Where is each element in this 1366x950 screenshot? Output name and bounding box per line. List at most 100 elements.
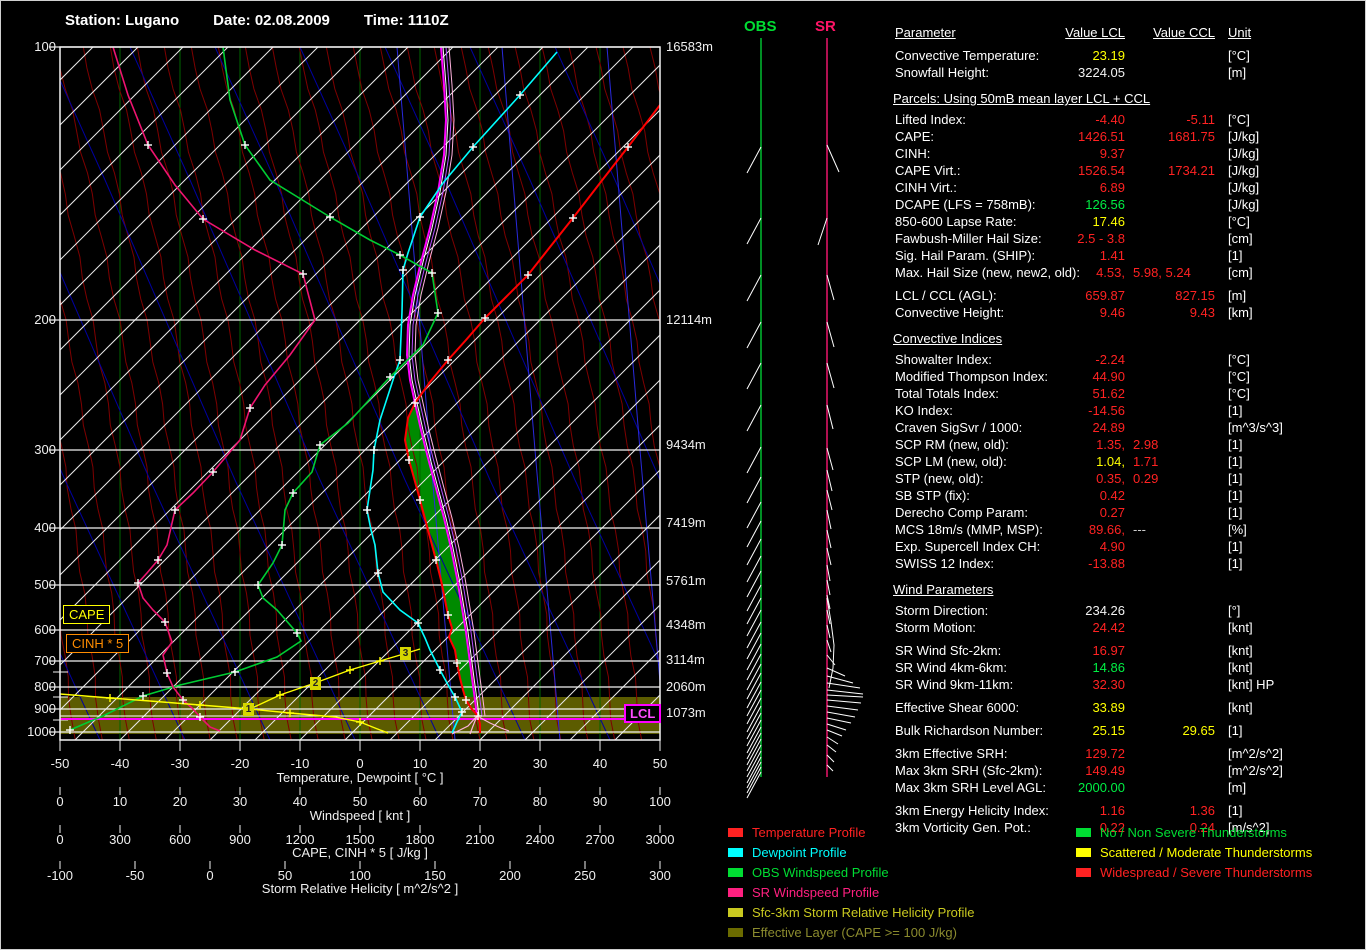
value-ccl: 1734.21 (1168, 163, 1215, 178)
obs-wind-barb (746, 476, 762, 504)
unit-label: [knt] (1228, 660, 1253, 675)
value-lcl: -2.24 (1095, 352, 1125, 367)
value-ccl: 9.43 (1189, 305, 1215, 320)
value-lcl: -13.88 (1088, 556, 1125, 571)
parameter-row: Craven SigSvr / 1000: 24.89 [m^3/s^3] (893, 419, 1363, 436)
parameter-row: STP (new, old): 0.35, 0.29 [1] (893, 470, 1363, 487)
value-lcl: 1426.51 (1078, 129, 1125, 144)
profile-legend-item: OBS Windspeed Profile (728, 862, 975, 882)
legend-label: No / Non Severe Thunderstorms (1100, 824, 1287, 840)
pressure-label: 500 (34, 577, 56, 592)
value-lcl: 1.35, (1096, 437, 1125, 452)
obs-column-label: OBS (744, 18, 777, 35)
wind-tick-label: 50 (352, 794, 368, 809)
profile-legend-item: Sfc-3km Storm Relative Helicity Profile (728, 902, 975, 922)
unit-label: [1] (1228, 488, 1243, 503)
wind-tick-label: 100 (649, 794, 671, 809)
temp-tick-label: -20 (230, 756, 250, 771)
sr-wind-barb (826, 717, 852, 724)
parameter-row: SB STP (fix): 0.42 [1] (893, 487, 1363, 504)
altitude-label: 5761m (666, 573, 706, 588)
parameter-row: Convective Height: 9.46 9.43 [km] (893, 304, 1363, 321)
col-value-lcl: Value LCL (1065, 25, 1125, 40)
temp-tick-label: 10 (412, 756, 428, 771)
pressure-label: 900 (34, 701, 56, 716)
parameter-row: CAPE Virt.: 1526.54 1734.21 [J/kg] (893, 162, 1363, 179)
sr-wind-barb (826, 729, 843, 737)
value-lcl: 9.37 (1099, 146, 1125, 161)
altitude-label: 1073m (666, 705, 706, 720)
parameter-row: SR Wind Sfc-2km: 16.97 [knt] (893, 642, 1363, 659)
unit-label: [1] (1228, 248, 1243, 263)
isotherm-line (524, 604, 660, 740)
unit-label: [m^2/s^2] (1228, 746, 1283, 761)
parameter-row: KO Index: -14.56 [1] (893, 402, 1363, 419)
value-lcl: -14.56 (1088, 403, 1125, 418)
wind-tick-label: 90 (592, 794, 608, 809)
value-lcl: 2000.00 (1078, 780, 1125, 795)
unit-label: [m^3/s^3] (1228, 420, 1283, 435)
value-ccl: 29.65 (1182, 723, 1215, 738)
altitude-label: 16583m (666, 39, 713, 54)
col-unit: Unit (1228, 25, 1252, 40)
sr-wind-barb (826, 144, 840, 173)
parameter-row: SWISS 12 Index: -13.88 [1] (893, 555, 1363, 572)
parameter-row: Max 3km SRH Level AGL: 2000.00 [m] (893, 779, 1363, 796)
sr-wind-barb (826, 699, 862, 704)
legend-swatch (728, 867, 743, 877)
value-ccl: 1.36 (1189, 803, 1215, 818)
parameter-row: LCL / CCL (AGL): 659.87 827.15 [m] (893, 287, 1363, 304)
moist-adiabat-line (622, 47, 660, 198)
srh-km-marker-1: 1 (243, 703, 254, 716)
unit-label: [°C] (1228, 112, 1250, 127)
altitude-label: 9434m (666, 437, 706, 452)
unit-label: [J/kg] (1228, 146, 1260, 161)
parameter-row: Max. Hail Size (new, new2, old): 4.53, 5.9… (893, 264, 1363, 281)
isotherm-line (569, 649, 660, 740)
obs-wind-barb (746, 632, 762, 660)
mixing-ratio-line (214, 47, 526, 740)
temp-axis-title: Temperature, Dewpoint [ °C ] (276, 770, 444, 785)
parameter-row: Storm Direction: 234.26 [°] (893, 602, 1363, 619)
value-lcl: 1526.54 (1078, 163, 1125, 178)
value-lcl: 33.89 (1092, 700, 1125, 715)
obs-wind-barb (746, 555, 762, 583)
legend-swatch (728, 827, 743, 837)
moist-adiabat-line (298, 47, 427, 740)
value-extra: 2.98 (1133, 437, 1159, 452)
parameter-row: Bulk Richardson Number: 25.15 29.65 [1] (893, 722, 1363, 739)
value-lcl: 126.56 (1085, 197, 1125, 212)
sr-column-label: SR (815, 18, 836, 35)
pressure-label: 200 (34, 312, 56, 327)
moist-adiabat-line (704, 47, 830, 740)
col-value-ccl: Value CCL (1153, 25, 1215, 40)
obs-wind-barb (746, 621, 762, 649)
lcl-annotation: LCL (624, 704, 662, 723)
obs-wind-barb (746, 712, 762, 740)
pressure-label: 300 (34, 442, 56, 457)
value-lcl: 129.72 (1085, 746, 1125, 761)
sr-wind-barb (826, 723, 847, 731)
value-lcl: 4.90 (1099, 539, 1125, 554)
severity-legend: No / Non Severe Thunderstorms Scattered /… (1076, 822, 1312, 882)
value-lcl: 2.5 - 3.8 (1077, 231, 1125, 246)
value-lcl: 89.66, (1088, 522, 1125, 537)
isotherm-line (659, 739, 660, 740)
parameter-label: KO Index: (895, 403, 953, 418)
moist-adiabat-line (649, 47, 660, 95)
wind-tick-label: 10 (112, 794, 128, 809)
parameter-row: DCAPE (LFS = 758mB): 126.56 [J/kg] (893, 196, 1363, 213)
parameter-table: Parameter Value LCL Value CCL Unit Convectiv… (893, 24, 1363, 836)
temp-tick-label: 40 (592, 756, 608, 771)
sr-wind-barb (826, 754, 835, 763)
obs-wind-barb (746, 697, 762, 725)
value-lcl: 17.46 (1092, 214, 1125, 229)
value-lcl: 9.46 (1099, 305, 1125, 320)
unit-label: [cm] (1228, 265, 1253, 280)
srh-km-marker-2: 2 (310, 677, 321, 690)
parameter-row: 850-600 Lapse Rate: 17.46 [°C] (893, 213, 1363, 230)
obs-wind-barb (746, 689, 762, 717)
unit-label: [1] (1228, 505, 1243, 520)
unit-label: [°C] (1228, 369, 1250, 384)
unit-label: [J/kg] (1228, 180, 1260, 195)
